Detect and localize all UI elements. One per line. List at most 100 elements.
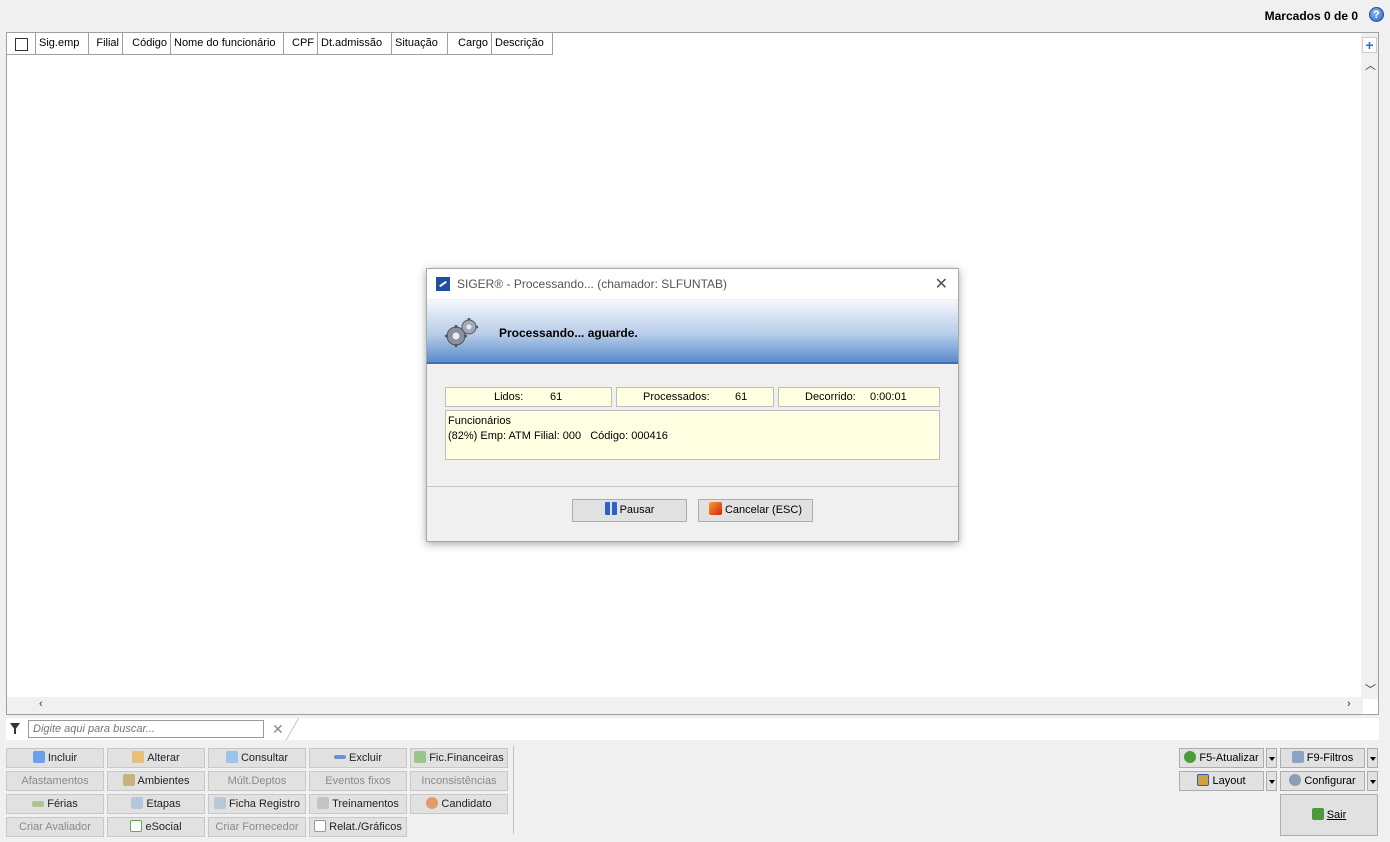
horizontal-scrollbar[interactable]: ‹ › [7, 697, 1363, 714]
processing-message: Processando... aguarde. [499, 326, 638, 340]
progress-message-box: Funcionários (82%) Emp: ATM Filial: 000 … [445, 410, 940, 460]
ficha-registro-label: Ficha Registro [229, 798, 300, 810]
ambientes-button[interactable]: Ambientes [107, 771, 205, 791]
dialog-separator [427, 486, 958, 487]
alterar-label: Alterar [147, 752, 180, 764]
registry-icon [214, 797, 227, 809]
close-icon[interactable]: ✕ [935, 274, 948, 294]
select-all-checkbox-cell[interactable] [7, 33, 36, 55]
search-input[interactable] [28, 720, 264, 738]
decorrido-stat: Decorrido: 0:00:01 [778, 387, 940, 407]
sair-button[interactable]: Sair [1280, 794, 1378, 836]
etapas-button[interactable]: Etapas [107, 794, 205, 814]
layout-icon [1197, 774, 1210, 786]
ficha-registro-button[interactable]: Ficha Registro [208, 794, 306, 814]
alterar-button[interactable]: Alterar [107, 748, 205, 768]
dialog-title-bar[interactable]: SIGER® - Processando... (chamador: SLFUN… [427, 269, 958, 299]
scroll-left-icon[interactable]: ‹ [39, 698, 43, 710]
message-line-1: Funcionários [448, 415, 511, 427]
f9-filtros-label: F9-Filtros [1306, 752, 1354, 764]
lidos-value: 61 [550, 391, 563, 403]
filter-funnel-icon [1291, 751, 1304, 763]
column-sig-emp[interactable]: Sig.emp [36, 33, 89, 55]
processados-stat: Processados: 61 [616, 387, 774, 407]
configurar-dropdown[interactable] [1367, 771, 1378, 791]
view-icon [225, 751, 238, 763]
processing-dialog: SIGER® - Processando... (chamador: SLFUN… [426, 268, 959, 542]
vacation-icon [32, 801, 45, 807]
treinamentos-button[interactable]: Treinamentos [309, 794, 407, 814]
mult-deptos-button[interactable]: Múlt.Deptos [208, 771, 306, 791]
scroll-right-icon[interactable]: › [1347, 698, 1351, 710]
clear-search-icon[interactable]: ✕ [272, 721, 284, 738]
refresh-icon [1184, 751, 1197, 763]
f9-filtros-button[interactable]: F9-Filtros [1280, 748, 1365, 768]
pausar-label: Pausar [619, 504, 655, 516]
candidato-label: Candidato [441, 798, 492, 810]
column-dt-admissao[interactable]: Dt.admissão [318, 33, 392, 55]
eventos-fixos-button[interactable]: Eventos fixos [309, 771, 407, 791]
lidos-label: Lidos: [494, 391, 524, 403]
consultar-label: Consultar [240, 752, 289, 764]
pause-icon [604, 502, 617, 515]
candidato-button[interactable]: Candidato [410, 794, 508, 814]
siger-app-icon [436, 277, 450, 291]
marked-count: Marcados 0 de 0 [1264, 9, 1358, 23]
grid-header: Sig.emp Filial Código Nome do funcionári… [7, 33, 553, 55]
edit-icon [132, 751, 145, 763]
f5-atualizar-label: F5-Atualizar [1199, 752, 1259, 764]
dialog-title: SIGER® - Processando... (chamador: SLFUN… [457, 277, 728, 291]
finance-icon [414, 751, 427, 763]
minus-icon [333, 755, 346, 759]
select-all-checkbox[interactable] [14, 37, 28, 51]
criar-fornecedor-button[interactable]: Criar Fornecedor [208, 817, 306, 837]
ambientes-label: Ambientes [137, 775, 190, 787]
incluir-label: Incluir [47, 752, 78, 764]
layout-dropdown[interactable] [1266, 771, 1277, 791]
f5-atualizar-dropdown[interactable] [1266, 748, 1277, 768]
column-situacao[interactable]: Situação [392, 33, 448, 55]
ferias-button[interactable]: Férias [6, 794, 104, 814]
layout-button[interactable]: Layout [1179, 771, 1264, 791]
report-icon [314, 820, 327, 832]
consultar-button[interactable]: Consultar [208, 748, 306, 768]
button-area-divider [513, 746, 514, 834]
plus-icon [32, 751, 45, 763]
pausar-button[interactable]: Pausar [572, 499, 687, 522]
column-descricao[interactable]: Descrição [492, 33, 553, 55]
column-filial[interactable]: Filial [89, 33, 123, 55]
relat-graficos-button[interactable]: Relat./Gráficos [309, 817, 407, 837]
afastamentos-button[interactable]: Afastamentos [6, 771, 104, 791]
relat-graficos-label: Relat./Gráficos [329, 821, 402, 833]
esocial-button[interactable]: eSocial [107, 817, 205, 837]
training-icon [317, 797, 330, 809]
decorrido-value: 0:00:01 [870, 391, 907, 403]
vertical-scrollbar[interactable]: + ︿ ﹀ [1361, 33, 1378, 699]
cancelar-button[interactable]: Cancelar (ESC) [698, 499, 813, 522]
etapas-label: Etapas [146, 798, 181, 810]
scroll-down-icon[interactable]: ﹀ [1365, 681, 1376, 697]
add-column-icon[interactable]: + [1362, 37, 1377, 53]
scroll-up-icon[interactable]: ︿ [1365, 57, 1376, 73]
column-cpf[interactable]: CPF [284, 33, 318, 55]
stop-icon [708, 502, 722, 515]
excluir-button[interactable]: Excluir [309, 748, 407, 768]
environment-icon [122, 774, 135, 786]
layout-label: Layout [1212, 775, 1246, 787]
f5-atualizar-button[interactable]: F5-Atualizar [1179, 748, 1264, 768]
inconsistencias-button[interactable]: Inconsistências [410, 771, 508, 791]
cancelar-label: Cancelar (ESC) [724, 504, 803, 516]
column-codigo[interactable]: Código [123, 33, 171, 55]
incluir-button[interactable]: Incluir [6, 748, 104, 768]
help-icon[interactable]: ? [1369, 7, 1384, 22]
f9-filtros-dropdown[interactable] [1367, 748, 1378, 768]
fic-financeiras-button[interactable]: Fic.Financeiras [410, 748, 508, 768]
column-cargo[interactable]: Cargo [448, 33, 492, 55]
criar-avaliador-button[interactable]: Criar Avaliador [6, 817, 104, 837]
esocial-icon [130, 820, 143, 832]
configurar-button[interactable]: Configurar [1280, 771, 1365, 791]
processados-value: 61 [735, 391, 748, 403]
gears-icon [445, 318, 478, 347]
processados-label: Processados: [643, 391, 710, 403]
column-nome[interactable]: Nome do funcionário [171, 33, 284, 55]
